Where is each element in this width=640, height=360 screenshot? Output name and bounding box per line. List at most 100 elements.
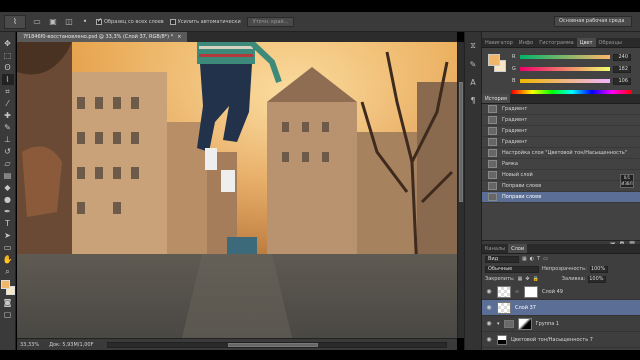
layer-kind-filter[interactable]: Вид	[485, 255, 519, 263]
healing-brush-tool-icon[interactable]: ✚	[2, 110, 14, 121]
tool-preset-picker[interactable]: ⌇	[4, 14, 26, 29]
history-step-icon	[488, 127, 497, 135]
refine-edge-button[interactable]: Уточн. край...	[246, 16, 295, 27]
history-item[interactable]: Поправи слоев	[482, 181, 640, 192]
brush-tool-icon[interactable]: ✎	[2, 122, 14, 133]
shape-tool-icon[interactable]: ▭	[2, 242, 14, 253]
marquee-tool-icon[interactable]: ⬚	[2, 50, 14, 61]
lasso-tool-icon[interactable]: ʘ	[2, 62, 14, 73]
hand-tool-icon[interactable]: ✋	[2, 254, 14, 265]
layer-group-row[interactable]: ◉ ▾ Группа 1	[482, 316, 640, 332]
tab-history[interactable]: История	[482, 94, 510, 103]
path-selection-tool-icon[interactable]: ➤	[2, 230, 14, 241]
red-slider[interactable]	[520, 55, 610, 59]
auto-enhance-checkbox[interactable]: Усилить автоматически	[169, 18, 241, 25]
visibility-eye-icon[interactable]: ◉	[485, 288, 493, 296]
filter-type-icon[interactable]: T	[537, 256, 540, 262]
tab-swatches[interactable]: Образцы	[596, 38, 625, 47]
foreground-color-chip[interactable]	[488, 54, 500, 66]
move-tool-icon[interactable]: ✥	[2, 38, 14, 49]
visibility-eye-icon[interactable]: ◉	[485, 336, 493, 344]
history-item[interactable]: Рамка	[482, 159, 640, 170]
blue-value[interactable]: 106	[613, 77, 631, 85]
zoom-tool-icon[interactable]: ⌕	[2, 266, 14, 277]
tab-navigator[interactable]: Навигатор	[482, 38, 516, 47]
history-item[interactable]: Градиент	[482, 115, 640, 126]
new-selection-icon[interactable]: ▭	[32, 17, 42, 27]
horizontal-scroll-thumb[interactable]	[228, 343, 318, 347]
type-tool-icon[interactable]: T	[2, 218, 14, 229]
document-tab[interactable]: 7f1846f0-восстановлено.psd @ 33,3% (Слой…	[17, 32, 188, 42]
tab-histogram[interactable]: Гистограмма	[536, 38, 577, 47]
document-canvas[interactable]	[17, 42, 457, 338]
layer-mask-thumbnail[interactable]	[517, 317, 532, 330]
quick-selection-tool-icon[interactable]: ⌇	[1, 74, 14, 85]
vertical-scrollbar[interactable]	[457, 42, 464, 338]
tab-color[interactable]: Цвет	[576, 38, 596, 47]
expand-group-icon[interactable]: ▾	[497, 321, 500, 327]
screen-mode-icon[interactable]: ▢	[2, 309, 14, 320]
red-slider-row: R 240	[512, 53, 636, 61]
layer-mask-thumbnail[interactable]	[524, 285, 538, 298]
history-step-icon	[488, 105, 497, 113]
lock-position-icon[interactable]: ✥	[525, 276, 529, 282]
layer-row[interactable]: ◉ ∞ Слой 49	[482, 284, 640, 300]
lock-pixels-icon[interactable]: ▦	[518, 276, 523, 282]
history-panel-tabs: История	[482, 94, 640, 104]
history-item[interactable]: Градиент	[482, 126, 640, 137]
history-item[interactable]: Настройка слоя "Цветовой тон/Насыщенност…	[482, 148, 640, 159]
clone-stamp-tool-icon[interactable]: ⊥	[2, 134, 14, 145]
history-item[interactable]: Градиент	[482, 104, 640, 115]
close-tab-icon[interactable]: ×	[177, 32, 181, 42]
blur-tool-icon[interactable]: ◆	[2, 182, 14, 193]
filter-shape-icon[interactable]: ▭	[543, 256, 548, 262]
visibility-eye-icon[interactable]: ◉	[485, 304, 493, 312]
gradient-tool-icon[interactable]: ▤	[2, 170, 14, 181]
vertical-scroll-thumb[interactable]	[459, 82, 463, 202]
subtract-selection-icon[interactable]: ◫	[64, 17, 74, 27]
lock-all-icon[interactable]: 🔒	[533, 276, 539, 282]
history-item[interactable]: Градиент	[482, 137, 640, 148]
history-list: Градиент Градиент Градиент Градиент Наст…	[482, 104, 640, 240]
eraser-tool-icon[interactable]: ▱	[2, 158, 14, 169]
horizontal-scrollbar[interactable]	[107, 342, 447, 348]
history-item[interactable]: Новый слой	[482, 170, 640, 181]
sample-all-layers-checkbox[interactable]: Образец со всех слоев	[96, 18, 164, 25]
blue-slider[interactable]	[520, 79, 610, 83]
filter-adjust-icon[interactable]: ◐	[530, 256, 534, 262]
fill-value[interactable]: 100%	[588, 275, 607, 283]
foreground-color-swatch[interactable]	[0, 280, 10, 289]
character-dock-icon[interactable]: A	[467, 76, 479, 88]
layer-name: Цветовой тон/Насыщенность 7	[511, 336, 593, 343]
pen-tool-icon[interactable]: ✒	[2, 206, 14, 217]
crop-tool-icon[interactable]: ⌗	[2, 86, 14, 97]
workspace-select[interactable]: Основная рабочая среда	[554, 16, 632, 27]
brush-size-icon[interactable]: •	[80, 17, 90, 27]
brush-presets-dock-icon[interactable]: ✎	[467, 58, 479, 70]
eyedropper-tool-icon[interactable]: ⁄	[2, 98, 14, 109]
layer-row[interactable]: ◉ Цветовой тон/Насыщенность 7	[482, 332, 640, 348]
history-dock-icon[interactable]: ⧖	[467, 40, 479, 52]
history-brush-tool-icon[interactable]: ↺	[2, 146, 14, 157]
zoom-level[interactable]: 33,33%	[20, 342, 39, 348]
filter-pixel-icon[interactable]: ▦	[522, 256, 527, 262]
quick-mask-icon[interactable]: ◙	[2, 297, 14, 308]
layer-filter-row: Вид ▦ ◐ T ▭	[482, 254, 640, 264]
sample-all-layers-label: Образец со всех слоев	[104, 18, 164, 25]
blend-mode-select[interactable]: Обычные	[485, 265, 539, 273]
tab-layers[interactable]: Слои	[508, 244, 528, 253]
visibility-eye-icon[interactable]: ◉	[485, 320, 493, 328]
layer-name: Группа 1	[535, 320, 560, 327]
red-value[interactable]: 240	[613, 53, 631, 61]
add-selection-icon[interactable]: ▣	[48, 17, 58, 27]
tab-channels[interactable]: Каналы	[482, 244, 508, 253]
green-slider[interactable]	[520, 67, 610, 71]
paragraph-dock-icon[interactable]: ¶	[467, 94, 479, 106]
color-swatches[interactable]	[0, 280, 15, 296]
layer-row-selected[interactable]: ◉ Слой 37	[482, 300, 640, 316]
opacity-value[interactable]: 100%	[589, 265, 608, 273]
tab-info[interactable]: Инфо	[516, 38, 536, 47]
dodge-tool-icon[interactable]: ●	[2, 194, 14, 205]
green-value[interactable]: 182	[613, 65, 631, 73]
history-item-selected[interactable]: Поправи слоев	[482, 192, 640, 203]
